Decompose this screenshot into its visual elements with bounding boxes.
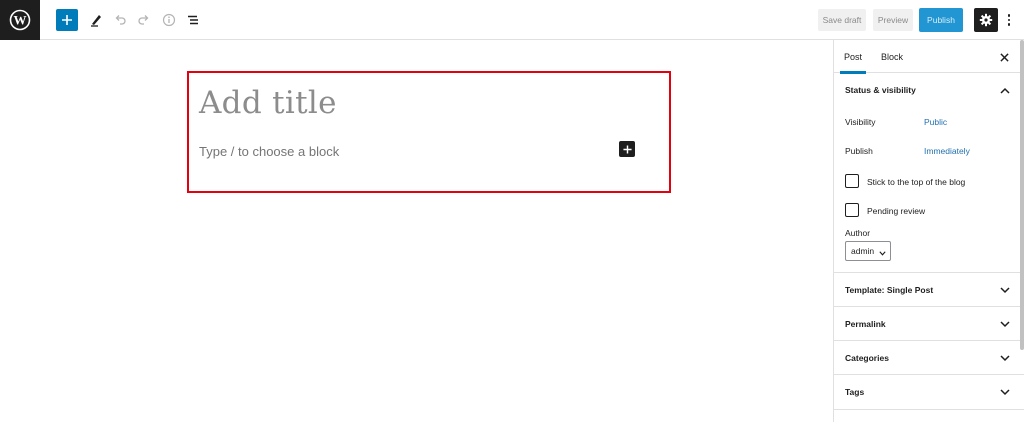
section-title: Status & visibility <box>845 85 916 95</box>
pending-review-label: Pending review <box>867 206 926 216</box>
more-dot-icon <box>1007 18 1011 22</box>
sticky-label: Stick to the top of the blog <box>867 177 966 187</box>
redo-button[interactable] <box>132 8 156 32</box>
visibility-label: Visibility <box>845 117 876 127</box>
author-value: admin <box>851 246 875 256</box>
chevron-down-icon <box>879 248 886 258</box>
svg-text:W: W <box>14 13 27 28</box>
settings-sidebar: Post Block Status & visibility Visibilit… <box>833 40 1024 422</box>
settings-button[interactable] <box>974 8 998 32</box>
undo-button[interactable] <box>108 8 132 32</box>
sidebar-scrollbar[interactable] <box>1020 40 1024 350</box>
section-title: Categories <box>845 353 889 363</box>
redo-icon <box>138 15 149 25</box>
template-panel-toggle[interactable]: Template: Single Post <box>834 273 1024 307</box>
gear-icon <box>979 13 993 27</box>
save-draft-button[interactable]: Save draft <box>818 9 866 31</box>
more-options-button[interactable] <box>1002 8 1016 32</box>
close-sidebar-button[interactable] <box>997 50 1011 64</box>
tags-panel-toggle[interactable]: Tags <box>834 375 1024 409</box>
chevron-down-icon <box>1000 285 1010 295</box>
pen-icon <box>91 15 101 27</box>
post-title-input[interactable]: Add title <box>199 85 337 121</box>
list-view-button[interactable] <box>181 8 205 32</box>
divider <box>834 409 1024 410</box>
tools-button[interactable] <box>84 8 108 32</box>
chevron-down-icon <box>1000 353 1010 363</box>
default-block-appender[interactable]: Type / to choose a block <box>199 144 339 159</box>
publish-date-button[interactable]: Immediately <box>924 146 970 156</box>
sidebar-tabs: Post Block <box>834 40 1024 74</box>
categories-panel-toggle[interactable]: Categories <box>834 341 1024 375</box>
section-title: Template: Single Post <box>845 285 934 295</box>
wordpress-logo-icon[interactable]: W <box>0 0 40 40</box>
chevron-up-icon <box>1000 85 1010 95</box>
preview-button[interactable]: Preview <box>873 9 913 31</box>
permalink-panel-toggle[interactable]: Permalink <box>834 307 1024 341</box>
inline-add-block-button[interactable] <box>619 141 635 157</box>
editor-content-highlight: Add title Type / to choose a block <box>187 71 671 193</box>
publish-button[interactable]: Publish <box>919 8 963 32</box>
pending-review-checkbox[interactable] <box>845 203 859 217</box>
editor-header: W Save draft Preview Publish <box>0 0 1024 40</box>
section-title: Tags <box>845 387 865 397</box>
info-icon <box>162 13 176 27</box>
section-title: Permalink <box>845 319 886 329</box>
details-button[interactable] <box>157 8 181 32</box>
close-icon <box>999 52 1009 62</box>
add-block-button[interactable] <box>56 9 78 31</box>
sticky-checkbox[interactable] <box>845 174 859 188</box>
more-dot-icon <box>1007 14 1011 17</box>
tab-post[interactable]: Post <box>839 40 867 74</box>
plus-icon <box>62 15 72 25</box>
chevron-down-icon <box>1000 387 1010 397</box>
plus-icon <box>622 144 632 154</box>
chevron-down-icon <box>1000 319 1010 329</box>
undo-icon <box>115 15 126 25</box>
tab-block[interactable]: Block <box>881 40 903 73</box>
author-label: Author <box>845 228 871 238</box>
publish-label: Publish <box>845 146 873 156</box>
author-select[interactable]: admin <box>845 241 891 261</box>
status-visibility-toggle[interactable]: Status & visibility <box>834 73 1024 107</box>
visibility-value-button[interactable]: Public <box>924 117 947 127</box>
more-dot-icon <box>1007 23 1011 26</box>
list-view-icon <box>188 15 198 25</box>
